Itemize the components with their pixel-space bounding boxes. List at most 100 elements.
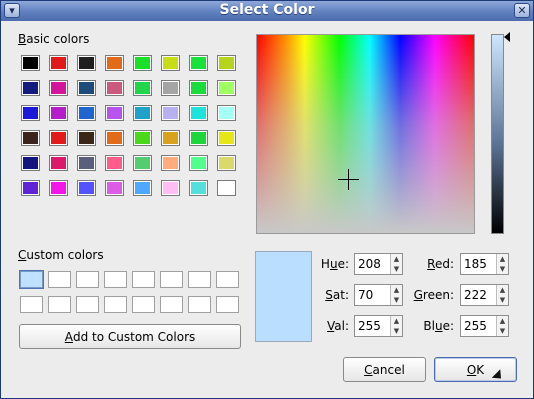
val-up-icon[interactable]: ▲ <box>391 316 402 326</box>
custom-color-slot[interactable] <box>20 296 43 313</box>
basic-color-swatch[interactable] <box>49 155 68 171</box>
basic-color-swatch[interactable] <box>49 130 68 146</box>
basic-color-swatch[interactable] <box>161 80 180 96</box>
blue-down-icon[interactable]: ▼ <box>497 326 508 336</box>
custom-color-slot[interactable] <box>132 271 155 288</box>
red-down-icon[interactable]: ▼ <box>497 264 508 274</box>
custom-color-slot[interactable] <box>104 271 127 288</box>
basic-color-swatch[interactable] <box>49 180 68 196</box>
sat-down-icon[interactable]: ▼ <box>391 295 402 305</box>
basic-color-swatch[interactable] <box>133 155 152 171</box>
basic-color-swatch[interactable] <box>77 130 96 146</box>
custom-color-slot[interactable] <box>48 271 71 288</box>
green-value[interactable]: 222 <box>464 288 487 302</box>
basic-color-swatch[interactable] <box>105 155 124 171</box>
basic-color-swatch[interactable] <box>189 105 208 121</box>
basic-color-swatch[interactable] <box>77 80 96 96</box>
hue-label: Hue: <box>320 257 349 271</box>
custom-color-slot[interactable] <box>160 271 183 288</box>
ok-button[interactable]: OK <box>434 357 517 382</box>
basic-color-swatch[interactable] <box>189 80 208 96</box>
green-up-icon[interactable]: ▲ <box>497 285 508 295</box>
basic-color-swatch[interactable] <box>133 80 152 96</box>
custom-color-slot[interactable] <box>132 296 155 313</box>
val-spinbox[interactable]: 255 ▲ ▼ <box>354 315 403 337</box>
val-down-icon[interactable]: ▼ <box>391 326 402 336</box>
basic-color-swatch[interactable] <box>77 105 96 121</box>
luminance-arrow-icon[interactable] <box>504 32 510 42</box>
basic-color-swatch[interactable] <box>49 105 68 121</box>
blue-value[interactable]: 255 <box>464 319 487 333</box>
close-icon: ✕ <box>517 4 527 17</box>
color-spectrum[interactable] <box>256 34 475 234</box>
cancel-button[interactable]: Cancel <box>343 357 426 382</box>
basic-color-swatch[interactable] <box>189 180 208 196</box>
basic-color-swatch[interactable] <box>21 180 40 196</box>
basic-color-swatch[interactable] <box>217 180 236 196</box>
custom-color-slot[interactable] <box>216 271 239 288</box>
close-button[interactable]: ✕ <box>514 3 530 18</box>
basic-color-swatch[interactable] <box>217 155 236 171</box>
basic-color-swatch[interactable] <box>217 55 236 71</box>
basic-color-swatch[interactable] <box>161 105 180 121</box>
red-value[interactable]: 185 <box>464 257 487 271</box>
hue-value[interactable]: 208 <box>358 257 381 271</box>
basic-color-swatch[interactable] <box>217 130 236 146</box>
basic-color-swatch[interactable] <box>133 130 152 146</box>
basic-color-swatch[interactable] <box>133 105 152 121</box>
basic-color-swatch[interactable] <box>21 130 40 146</box>
hue-spinbox[interactable]: 208 ▲ ▼ <box>354 253 403 275</box>
basic-color-swatch[interactable] <box>161 155 180 171</box>
custom-color-slot[interactable] <box>104 296 127 313</box>
basic-color-swatch[interactable] <box>77 155 96 171</box>
basic-color-swatch[interactable] <box>105 130 124 146</box>
basic-color-swatch[interactable] <box>49 55 68 71</box>
basic-color-swatch[interactable] <box>21 80 40 96</box>
blue-spinbox[interactable]: 255 ▲ ▼ <box>460 315 509 337</box>
basic-color-swatch[interactable] <box>77 180 96 196</box>
basic-color-swatch[interactable] <box>161 55 180 71</box>
basic-color-swatch[interactable] <box>21 155 40 171</box>
basic-color-swatch[interactable] <box>105 105 124 121</box>
custom-color-slot[interactable] <box>188 296 211 313</box>
basic-color-swatch[interactable] <box>161 180 180 196</box>
custom-color-slot[interactable] <box>216 296 239 313</box>
basic-color-swatch[interactable] <box>105 55 124 71</box>
val-value[interactable]: 255 <box>358 319 381 333</box>
basic-color-swatch[interactable] <box>161 130 180 146</box>
basic-color-swatch[interactable] <box>105 80 124 96</box>
basic-color-swatch[interactable] <box>21 55 40 71</box>
custom-color-slot[interactable] <box>76 271 99 288</box>
basic-color-swatch[interactable] <box>105 180 124 196</box>
hue-down-icon[interactable]: ▼ <box>391 264 402 274</box>
hue-up-icon[interactable]: ▲ <box>391 254 402 264</box>
custom-color-slot[interactable] <box>76 296 99 313</box>
add-to-custom-colors-button[interactable]: Add to Custom Colors <box>19 324 241 349</box>
blue-up-icon[interactable]: ▲ <box>497 316 508 326</box>
basic-color-swatch[interactable] <box>217 105 236 121</box>
luminance-slider[interactable] <box>491 34 504 234</box>
basic-color-swatch[interactable] <box>77 55 96 71</box>
basic-color-swatch[interactable] <box>133 55 152 71</box>
basic-color-swatch[interactable] <box>21 105 40 121</box>
basic-color-swatch[interactable] <box>49 80 68 96</box>
sat-spinbox[interactable]: 70 ▲ ▼ <box>354 284 403 306</box>
sat-up-icon[interactable]: ▲ <box>391 285 402 295</box>
basic-color-swatch[interactable] <box>189 155 208 171</box>
basic-color-swatch[interactable] <box>189 130 208 146</box>
custom-color-slot[interactable] <box>188 271 211 288</box>
custom-colors-label: Custom colors <box>18 248 104 262</box>
spectrum-crosshair <box>348 169 349 190</box>
red-spinbox[interactable]: 185 ▲ ▼ <box>460 253 509 275</box>
custom-color-slot[interactable] <box>20 271 43 288</box>
basic-color-swatch[interactable] <box>217 80 236 96</box>
basic-color-swatch[interactable] <box>189 55 208 71</box>
sat-value[interactable]: 70 <box>358 288 373 302</box>
val-label: Val: <box>326 319 349 333</box>
custom-color-slot[interactable] <box>160 296 183 313</box>
green-spinbox[interactable]: 222 ▲ ▼ <box>460 284 509 306</box>
basic-color-swatch[interactable] <box>133 180 152 196</box>
red-up-icon[interactable]: ▲ <box>497 254 508 264</box>
custom-color-slot[interactable] <box>48 296 71 313</box>
green-down-icon[interactable]: ▼ <box>497 295 508 305</box>
